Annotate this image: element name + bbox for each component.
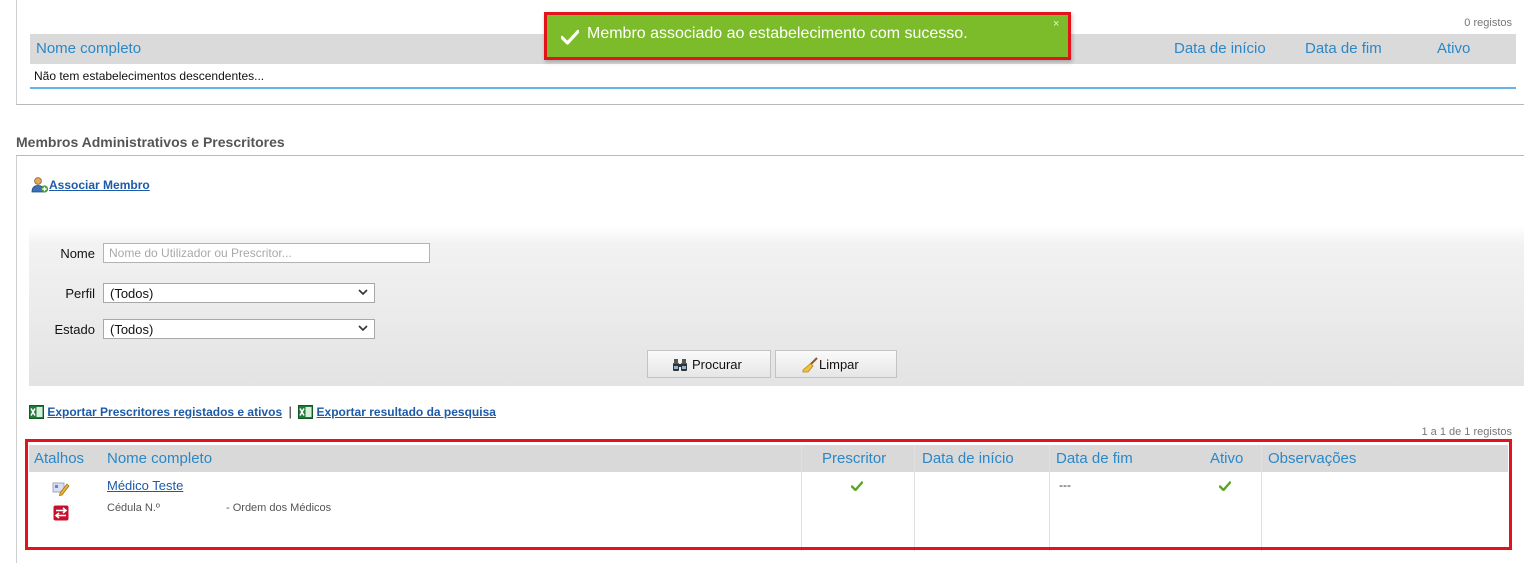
column-header-active[interactable]: Ativo (1437, 40, 1470, 57)
binoculars-icon (673, 359, 687, 371)
export-search-results-link[interactable]: Exportar resultado da pesquisa (317, 405, 496, 419)
clear-button-label: Limpar (819, 357, 859, 372)
check-icon (561, 29, 579, 45)
section-title: Membros Administrativos e Prescritores (16, 134, 285, 150)
add-user-icon (31, 177, 49, 193)
export-separator: | (288, 404, 292, 419)
toast-message: Membro associado ao estabelecimento com … (587, 25, 968, 42)
export-registered-prescribers-link[interactable]: Exportar Prescritores registados e ativo… (47, 405, 282, 419)
column-header-full-name[interactable]: Nome completo (36, 40, 141, 57)
search-button-label: Procurar (692, 357, 742, 372)
profile-label: Perfil (65, 286, 95, 301)
excel-icon (29, 405, 44, 419)
search-button[interactable]: Procurar (647, 350, 771, 378)
name-label: Nome (60, 246, 95, 261)
associate-member-link[interactable]: Associar Membro (49, 178, 150, 192)
success-toast: Membro associado ao estabelecimento com … (544, 12, 1071, 60)
column-header-end-date[interactable]: Data de fim (1305, 40, 1382, 57)
clear-button[interactable]: Limpar (775, 350, 897, 378)
toast-close-button[interactable]: × (1053, 18, 1059, 30)
chevron-down-icon (358, 289, 368, 296)
search-filter-panel: Nome Perfil (Todos) Estado (Todos) Procu… (29, 226, 1524, 386)
results-count: 1 a 1 de 1 registos (1421, 426, 1512, 438)
export-links: Exportar Prescritores registados e ativo… (29, 404, 496, 422)
section-border (16, 156, 17, 563)
status-select[interactable]: (Todos) (103, 319, 375, 339)
excel-icon (298, 405, 314, 419)
chevron-down-icon (358, 325, 368, 332)
status-select-value: (Todos) (110, 322, 154, 337)
column-header-start-date[interactable]: Data de início (1174, 40, 1266, 57)
broom-icon (802, 357, 818, 373)
section-divider (16, 155, 1524, 156)
profile-select[interactable]: (Todos) (103, 283, 375, 303)
profile-select-value: (Todos) (110, 286, 154, 301)
descendants-count: 0 registos (1464, 17, 1512, 29)
descendants-empty-message: Não tem estabelecimentos descendentes... (30, 64, 1516, 89)
results-highlight-frame (25, 439, 1512, 550)
status-label: Estado (54, 322, 95, 337)
name-search-input[interactable] (103, 243, 430, 263)
